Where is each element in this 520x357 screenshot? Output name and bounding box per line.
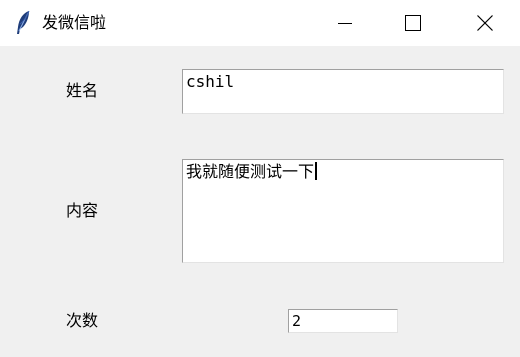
name-input[interactable]: cshil bbox=[182, 69, 504, 114]
count-input-value: 2 bbox=[292, 312, 302, 330]
window-title: 发微信啦 bbox=[42, 13, 107, 32]
title-bar[interactable]: 发微信啦 bbox=[0, 0, 520, 46]
feather-icon bbox=[14, 10, 32, 36]
content-textarea-value: 我就随便测试一下 bbox=[186, 162, 315, 181]
app-window: 发微信啦 姓名 cshil 内容 我就随便测试一下 次数 2 bbox=[0, 0, 520, 357]
minimize-icon bbox=[338, 16, 352, 30]
name-input-value: cshil bbox=[186, 72, 235, 91]
content-label: 内容 bbox=[66, 201, 99, 220]
close-button[interactable] bbox=[462, 0, 508, 46]
count-input[interactable]: 2 bbox=[288, 309, 398, 333]
maximize-icon bbox=[405, 15, 421, 31]
minimize-button[interactable] bbox=[322, 0, 368, 46]
count-label: 次数 bbox=[66, 311, 99, 330]
content-textarea[interactable]: 我就随便测试一下 bbox=[182, 159, 504, 263]
maximize-button[interactable] bbox=[390, 0, 436, 46]
close-icon bbox=[477, 15, 493, 31]
name-label: 姓名 bbox=[66, 81, 99, 100]
text-caret bbox=[315, 162, 318, 180]
